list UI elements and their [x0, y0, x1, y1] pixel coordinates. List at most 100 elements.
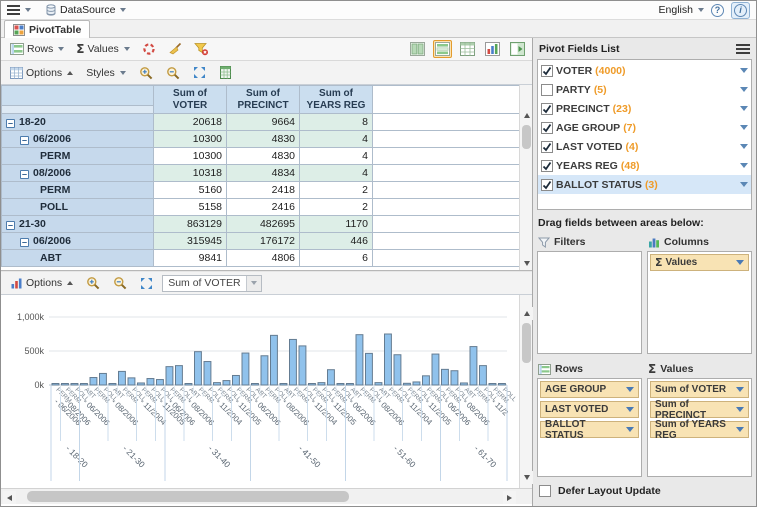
grid-vertical-scrollbar[interactable]: [519, 85, 532, 270]
row-label-cell[interactable]: –06/2006: [2, 131, 154, 148]
column-header[interactable]: Sum ofYEARS REG: [300, 86, 373, 114]
values-menu-label: Values: [87, 43, 118, 55]
refresh-button[interactable]: [138, 40, 160, 58]
collapse-button[interactable]: –: [6, 221, 15, 230]
chip-menu-arrow-icon[interactable]: [736, 260, 744, 265]
chart-fullscreen-button[interactable]: [136, 275, 157, 292]
field-checkbox[interactable]: [541, 141, 553, 153]
row-label-cell[interactable]: –18-20: [2, 114, 154, 131]
chart-options-button[interactable]: Options: [6, 275, 77, 291]
help-icon[interactable]: ?: [711, 4, 724, 17]
datasource-menu-button[interactable]: DataSource: [45, 4, 126, 16]
defer-layout-checkbox[interactable]: [539, 485, 551, 497]
field-chip[interactable]: Sum of PRECINCT: [650, 401, 749, 418]
chart-zoom-out-button[interactable]: [109, 274, 131, 292]
field-chip[interactable]: Sum of YEARS REG: [650, 421, 749, 438]
scroll-down-button[interactable]: [520, 471, 533, 484]
chip-menu-arrow-icon[interactable]: [736, 427, 744, 432]
scroll-down-button[interactable]: [520, 257, 532, 270]
layout-columns-button[interactable]: [408, 40, 427, 58]
zoom-out-icon: [113, 276, 127, 290]
tab-pivottable[interactable]: PivotTable: [4, 20, 90, 38]
layout-fields-panel-button[interactable]: [508, 40, 527, 58]
scroll-left-button[interactable]: [3, 491, 16, 504]
chevron-down-icon: [120, 8, 126, 12]
field-menu-arrow-icon[interactable]: [740, 182, 748, 187]
field-list-item[interactable]: LAST VOTED(4): [538, 137, 751, 156]
collapse-button[interactable]: –: [20, 170, 29, 179]
rows-area[interactable]: AGE GROUP LAST VOTED BALLOT STATUS: [537, 378, 642, 477]
scrollbar-thumb[interactable]: [27, 491, 349, 502]
dropdown-button[interactable]: [246, 276, 261, 291]
row-label-cell[interactable]: –21-30: [2, 216, 154, 233]
field-checkbox[interactable]: [541, 84, 553, 96]
collapse-button[interactable]: –: [20, 136, 29, 145]
layout-chart-button[interactable]: [483, 40, 502, 58]
grid-header-row: Sum ofVOTER Sum ofPRECINCT Sum ofYEARS R…: [2, 86, 520, 114]
field-list-item[interactable]: VOTER(4000): [538, 61, 751, 80]
main-menu-button[interactable]: [7, 5, 31, 15]
chart-zoom-in-button[interactable]: [82, 274, 104, 292]
field-list-item[interactable]: BALLOT STATUS(3): [538, 175, 751, 194]
filters-area[interactable]: [537, 251, 642, 354]
field-list-item[interactable]: PRECINCT(23): [538, 99, 751, 118]
grid-zoom-in-button[interactable]: [135, 64, 157, 82]
scrollbar-thumb[interactable]: [522, 125, 531, 149]
field-list-item[interactable]: PARTY(5): [538, 80, 751, 99]
column-header[interactable]: Sum ofPRECINCT: [227, 86, 300, 114]
scroll-right-button[interactable]: [503, 491, 516, 504]
scroll-up-button[interactable]: [520, 307, 533, 320]
chart-horizontal-scrollbar[interactable]: [1, 488, 532, 504]
field-chip[interactable]: BALLOT STATUS: [540, 421, 639, 438]
chip-menu-arrow-icon[interactable]: [736, 407, 744, 412]
values-menu-button[interactable]: ΣValues: [72, 40, 134, 58]
field-list-item[interactable]: YEARS REG(48): [538, 156, 751, 175]
field-chip[interactable]: ΣValues: [650, 254, 749, 271]
field-checkbox[interactable]: [541, 65, 553, 77]
clear-layout-button[interactable]: [164, 40, 186, 58]
collapse-button[interactable]: –: [6, 119, 15, 128]
field-menu-arrow-icon[interactable]: [740, 106, 748, 111]
field-list-item[interactable]: AGE GROUP(7): [538, 118, 751, 137]
grid-zoom-out-button[interactable]: [162, 64, 184, 82]
rows-menu-button[interactable]: Rows: [6, 41, 68, 57]
chip-menu-arrow-icon[interactable]: [626, 387, 634, 392]
collapse-button[interactable]: –: [20, 238, 29, 247]
scrollbar-thumb[interactable]: [522, 323, 531, 363]
row-label-cell[interactable]: –06/2006: [2, 233, 154, 250]
grid-options-button[interactable]: Options: [6, 65, 77, 81]
chip-menu-arrow-icon[interactable]: [626, 427, 634, 432]
grid-fullscreen-button[interactable]: [189, 64, 210, 81]
chart-bar: [62, 384, 69, 386]
columns-area[interactable]: ΣValues: [647, 251, 752, 354]
field-chip[interactable]: AGE GROUP: [540, 381, 639, 398]
value-cell: 20618: [154, 114, 227, 131]
info-button[interactable]: i: [731, 2, 750, 19]
field-checkbox[interactable]: [541, 103, 553, 115]
values-area[interactable]: Sum of VOTER Sum of PRECINCT Sum of YEARS …: [647, 378, 752, 477]
grid-export-button[interactable]: [215, 64, 236, 81]
field-menu-arrow-icon[interactable]: [740, 87, 748, 92]
row-label-cell[interactable]: –08/2006: [2, 165, 154, 182]
chip-menu-arrow-icon[interactable]: [736, 387, 744, 392]
chart-measure-select[interactable]: Sum of VOTER: [162, 275, 261, 292]
chart-vertical-scrollbar[interactable]: [519, 295, 532, 488]
field-checkbox[interactable]: [541, 160, 553, 172]
field-menu-arrow-icon[interactable]: [740, 144, 748, 149]
chip-menu-arrow-icon[interactable]: [626, 407, 634, 412]
field-chip[interactable]: Sum of VOTER: [650, 381, 749, 398]
grid-styles-button[interactable]: Styles: [82, 65, 130, 81]
field-checkbox[interactable]: [541, 122, 553, 134]
field-checkbox[interactable]: [541, 179, 553, 191]
language-selector[interactable]: English: [659, 4, 704, 16]
field-menu-arrow-icon[interactable]: [740, 68, 748, 73]
field-chip[interactable]: LAST VOTED: [540, 401, 639, 418]
scroll-up-button[interactable]: [520, 109, 532, 122]
clear-filter-button[interactable]: [190, 40, 213, 58]
layout-grid-button[interactable]: [458, 40, 477, 58]
column-header[interactable]: Sum ofVOTER: [154, 86, 227, 114]
field-menu-arrow-icon[interactable]: [740, 163, 748, 168]
layout-rows-button[interactable]: [433, 40, 452, 58]
field-menu-arrow-icon[interactable]: [740, 125, 748, 130]
fields-panel-menu-button[interactable]: [736, 44, 750, 54]
